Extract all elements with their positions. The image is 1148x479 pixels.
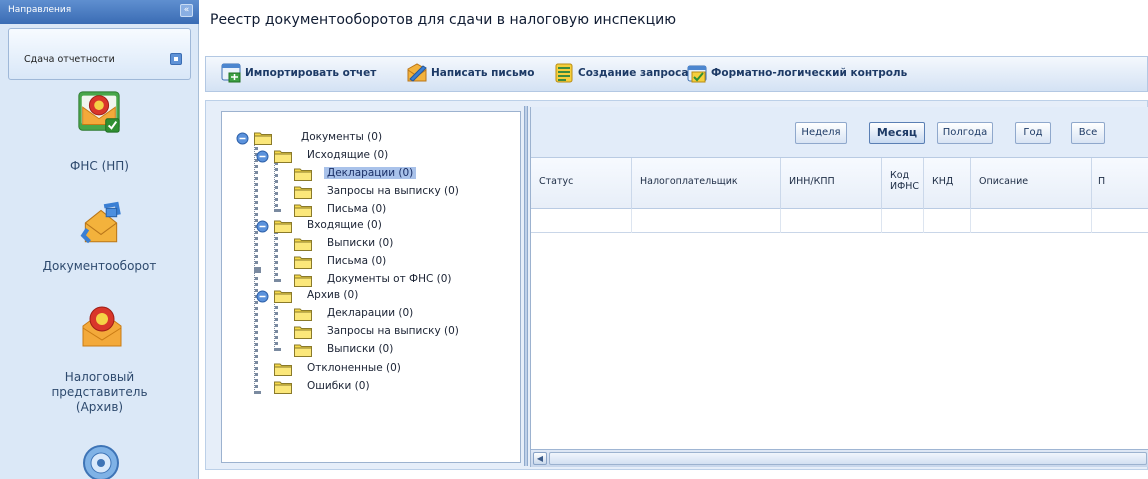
tree-connector	[254, 270, 258, 394]
format-logical-control-button[interactable]: Форматно-логический контроль	[686, 62, 936, 86]
filter-cell[interactable]	[531, 209, 632, 233]
format-logical-control-icon	[687, 65, 707, 83]
tree-node-label: Письма (0)	[327, 255, 387, 267]
create-request-icon	[555, 63, 573, 83]
nav-header: Направления «	[0, 0, 199, 24]
folder-icon	[294, 186, 312, 199]
nav-item-fns-label: ФНС (НП)	[70, 159, 129, 173]
column-header-inn-kpp[interactable]: ИНН/КПП	[781, 158, 882, 210]
tree-node-label: Выписки (0)	[327, 237, 394, 249]
registry-grid-pane: Неделя Месяц Полгода Год Все Статус Нало…	[530, 107, 1148, 467]
filter-cell[interactable]	[632, 209, 781, 233]
content-area: Документы (0) Исходящие (0) Декларации (…	[205, 100, 1148, 470]
tree-connector	[274, 295, 278, 351]
navigation-panel: Направления « Сдача отчетности ФНС (НП)	[0, 0, 199, 479]
tree-node-label: Выписки (0)	[327, 343, 394, 355]
tree-node-label: Декларации (0)	[324, 167, 417, 179]
import-report-button[interactable]: Импортировать отчет	[220, 62, 418, 86]
tree-connector	[274, 157, 278, 212]
folder-icon	[294, 308, 312, 321]
column-header-truncated[interactable]: П	[1092, 158, 1148, 210]
horizontal-scrollbar[interactable]: ◀	[531, 449, 1148, 467]
tree-node-label: Документы от ФНС (0)	[327, 273, 452, 285]
tree-node-label: Ошибки (0)	[307, 380, 370, 392]
filter-cell[interactable]	[781, 209, 882, 233]
pane-splitter[interactable]	[524, 106, 528, 466]
write-letter-icon	[407, 63, 427, 82]
tree-node-label: Запросы на выписку (0)	[327, 325, 459, 337]
tree-node-label: Запросы на выписку (0)	[327, 185, 459, 197]
folder-icon	[294, 238, 312, 251]
period-year-button[interactable]: Год	[1015, 122, 1051, 144]
write-letter-label: Написать письмо	[431, 67, 535, 79]
folder-icon	[274, 363, 292, 376]
tree-node-label: Декларации (0)	[327, 307, 414, 319]
column-header-ifns-code[interactable]: Код ИФНС	[882, 158, 924, 210]
page-title: Реестр документооборотов для сдачи в нал…	[210, 12, 677, 28]
tree-node-label: Исходящие (0)	[307, 149, 389, 161]
collapse-toggle-icon[interactable]	[256, 290, 269, 303]
period-month-button[interactable]: Месяц	[869, 122, 925, 144]
filter-cell[interactable]	[924, 209, 971, 233]
write-letter-button[interactable]: Написать письмо	[406, 62, 566, 86]
format-logical-control-label: Форматно-логический контроль	[711, 67, 908, 79]
nav-tab-reporting-label: Сдача отчетности	[24, 54, 115, 65]
folder-icon	[274, 220, 292, 233]
collapse-toggle-icon[interactable]	[256, 150, 269, 163]
folder-icon	[294, 204, 312, 217]
globe-icon	[83, 445, 119, 479]
tree-node-label: Входящие (0)	[307, 219, 382, 231]
column-header-description[interactable]: Описание	[971, 158, 1092, 210]
fns-icon	[78, 91, 120, 133]
tree-node-label: Письма (0)	[327, 203, 387, 215]
nav-item-tax-label-line2: представитель	[51, 385, 148, 399]
column-header-status[interactable]: Статус	[531, 158, 632, 210]
folder-icon	[294, 326, 312, 339]
folder-icon	[294, 274, 312, 287]
grid-header: Статус Налогоплательщик ИНН/КПП Код ИФНС…	[531, 157, 1148, 210]
tree-connector	[274, 226, 278, 282]
collapse-nav-icon[interactable]: «	[180, 4, 193, 17]
folder-icon	[294, 344, 312, 357]
create-request-button[interactable]: Создание запроса	[553, 62, 703, 86]
document-exchange-icon	[80, 201, 121, 244]
nav-header-title: Направления	[8, 5, 72, 15]
import-report-label: Импортировать отчет	[245, 67, 377, 79]
period-half-year-button[interactable]: Полгода	[937, 122, 993, 144]
grid-filter-row[interactable]	[531, 209, 1148, 233]
column-header-knd[interactable]: КНД	[924, 158, 971, 210]
period-all-button[interactable]: Все	[1071, 122, 1105, 144]
scrollbar-thumb[interactable]	[549, 452, 1147, 465]
filter-cell[interactable]	[971, 209, 1092, 233]
tree-node-label: Архив (0)	[307, 289, 359, 301]
tab-expand-icon[interactable]	[170, 53, 182, 65]
folder-icon	[274, 150, 292, 163]
collapse-toggle-icon[interactable]	[236, 132, 249, 145]
scroll-left-icon[interactable]: ◀	[533, 452, 547, 465]
period-week-button[interactable]: Неделя	[795, 122, 847, 144]
nav-item-document-exchange-label: Документооборот	[42, 259, 157, 273]
column-header-taxpayer[interactable]: Налогоплательщик	[632, 158, 781, 210]
app-window: Направления « Сдача отчетности ФНС (НП)	[0, 0, 1148, 479]
tax-archive-icon	[82, 306, 122, 347]
tree-node-label: Отклоненные (0)	[307, 362, 401, 374]
toolbar: Импортировать отчет Написать письмо Созд…	[205, 56, 1148, 92]
folder-icon	[274, 381, 292, 394]
import-report-icon	[221, 63, 241, 83]
nav-item-tax-label-line3: (Архив)	[75, 400, 124, 414]
tree-node-label: Документы (0)	[301, 131, 383, 143]
folder-tree: Документы (0) Исходящие (0) Декларации (…	[221, 111, 521, 463]
folder-icon	[274, 290, 292, 303]
folder-icon	[294, 256, 312, 269]
folder-icon	[254, 132, 272, 145]
filter-cell[interactable]	[882, 209, 924, 233]
collapse-toggle-icon[interactable]	[256, 220, 269, 233]
create-request-label: Создание запроса	[578, 67, 689, 79]
nav-item-tax-label-line1: Налоговый	[64, 370, 135, 384]
folder-icon	[294, 168, 312, 181]
period-filter-bar: Неделя Месяц Полгода Год Все	[531, 107, 1148, 157]
